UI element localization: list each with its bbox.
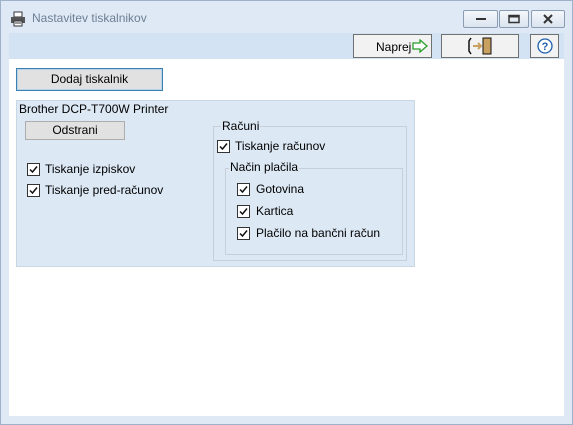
card-checkbox[interactable] xyxy=(237,205,250,218)
print-statements-label: Tiskanje izpiskov xyxy=(45,162,136,176)
print-invoices-checkbox[interactable] xyxy=(217,140,230,153)
toolbar: Naprej ? xyxy=(9,33,564,59)
printer-panel: Brother DCP-T700W Printer Odstrani Tiska… xyxy=(16,100,415,267)
svg-text:?: ? xyxy=(542,41,549,53)
invoices-group-label: Računi xyxy=(221,119,261,133)
title-bar: Nastavitev tiskalnikov xyxy=(1,1,572,33)
print-invoices-label: Tiskanje računov xyxy=(235,139,326,153)
cash-checkbox[interactable] xyxy=(237,183,250,196)
minimize-button[interactable] xyxy=(463,10,498,28)
payment-method-group xyxy=(225,168,403,255)
exit-door-icon xyxy=(468,37,492,55)
print-proforma-checkbox[interactable] xyxy=(27,184,40,197)
card-label: Kartica xyxy=(256,204,294,218)
add-printer-button[interactable]: Dodaj tiskalnik xyxy=(16,68,163,91)
settings-window: Nastavitev tiskalnikov Naprej ? Dodaj ti… xyxy=(0,0,573,425)
next-button-label: Naprej xyxy=(376,40,412,54)
exit-button[interactable] xyxy=(441,34,519,58)
cash-label: Gotovina xyxy=(256,182,305,196)
checkmark-icon xyxy=(239,230,248,238)
maximize-button[interactable] xyxy=(499,10,529,28)
bank-transfer-checkbox[interactable] xyxy=(237,227,250,240)
content-area: Dodaj tiskalnik Brother DCP-T700W Printe… xyxy=(9,59,564,416)
help-button[interactable]: ? xyxy=(530,34,559,58)
next-button[interactable]: Naprej xyxy=(353,34,432,58)
close-icon xyxy=(543,14,553,24)
checkmark-icon xyxy=(29,187,38,195)
print-statements-checkbox[interactable] xyxy=(27,163,40,176)
maximize-icon xyxy=(508,14,520,24)
arrow-right-icon xyxy=(412,39,428,53)
checkmark-icon xyxy=(29,166,38,174)
checkmark-icon xyxy=(239,186,248,194)
remove-printer-button[interactable]: Odstrani xyxy=(25,121,125,140)
payment-method-group-label: Način plačila xyxy=(229,160,300,174)
checkmark-icon xyxy=(219,143,228,151)
help-icon: ? xyxy=(537,38,553,54)
window-title: Nastavitev tiskalnikov xyxy=(32,11,147,25)
bank-transfer-label: Plačilo na bančni račun xyxy=(256,226,381,240)
printer-name: Brother DCP-T700W Printer xyxy=(19,102,169,116)
checkmark-icon xyxy=(239,208,248,216)
close-button[interactable] xyxy=(531,10,565,28)
printer-icon xyxy=(10,11,26,27)
minimize-icon xyxy=(475,18,486,20)
print-proforma-label: Tiskanje pred-računov xyxy=(45,183,164,197)
